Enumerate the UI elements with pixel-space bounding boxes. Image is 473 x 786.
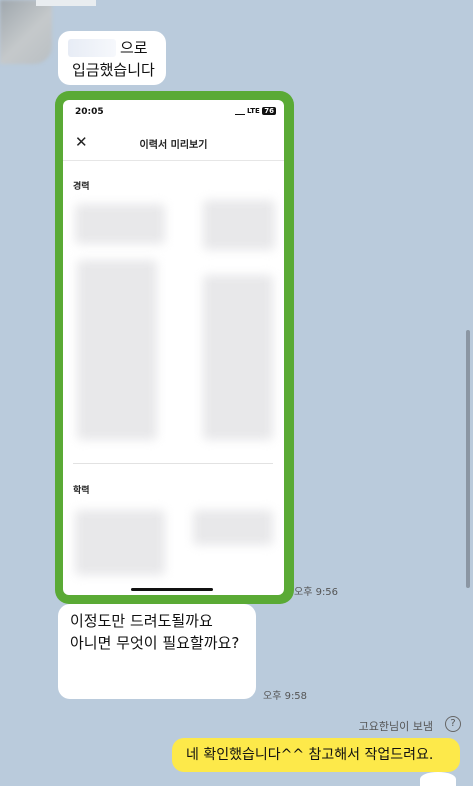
home-indicator: [131, 588, 213, 591]
battery-icon: 76: [262, 107, 276, 115]
phone-status-time: 20:05: [75, 107, 104, 117]
message-2-timestamp: 오후 9:58: [263, 691, 308, 702]
message-2-line-1: 이정도만 드려도될까요: [70, 612, 213, 630]
section-divider: [73, 463, 273, 464]
blurred-content: [193, 510, 273, 545]
blurred-content: [75, 510, 165, 575]
phone-screen: 20:05 LTE 76 ✕ 이력서 미리보기 경력 학력: [63, 100, 284, 595]
sent-message-text: 네 확인했습니다^^ 참고해서 작업드려요.: [186, 747, 434, 763]
header-divider: [63, 160, 284, 161]
message-1-line-1: 으로: [120, 39, 148, 57]
network-label: LTE: [246, 107, 260, 115]
received-screenshot-image[interactable]: 20:05 LTE 76 ✕ 이력서 미리보기 경력 학력: [55, 91, 294, 604]
phone-status-icons: LTE 76: [234, 107, 276, 115]
sent-message[interactable]: 네 확인했습니다^^ 참고해서 작업드려요.: [172, 738, 460, 772]
help-icon[interactable]: ?: [445, 716, 461, 732]
redacted-name: [68, 39, 116, 57]
blurred-content: [75, 204, 165, 244]
next-bubble-edge: [420, 772, 456, 786]
message-1-line-2: 입금했습니다: [72, 61, 155, 79]
blurred-content: [203, 275, 273, 440]
signal-icon: [234, 108, 245, 115]
section-education-label: 학력: [73, 486, 90, 496]
blurred-content: [77, 260, 157, 440]
friend-avatar[interactable]: [0, 0, 52, 64]
sender-note: 고요한님이 보냄: [358, 720, 433, 733]
blurred-content: [203, 200, 275, 250]
screenshot-timestamp: 오후 9:56: [294, 587, 339, 598]
message-2-line-2: 아니면 무엇이 필요할까요?: [70, 634, 240, 652]
received-message-2[interactable]: 이정도만 드려도될까요 아니면 무엇이 필요할까요?: [58, 604, 256, 699]
received-message-1[interactable]: 으로 입금했습니다: [58, 31, 166, 85]
chat-scrollbar[interactable]: [466, 330, 470, 588]
section-career-label: 경력: [73, 182, 90, 192]
avatar-name-mask: [36, 0, 96, 6]
sheet-title: 이력서 미리보기: [139, 140, 208, 151]
